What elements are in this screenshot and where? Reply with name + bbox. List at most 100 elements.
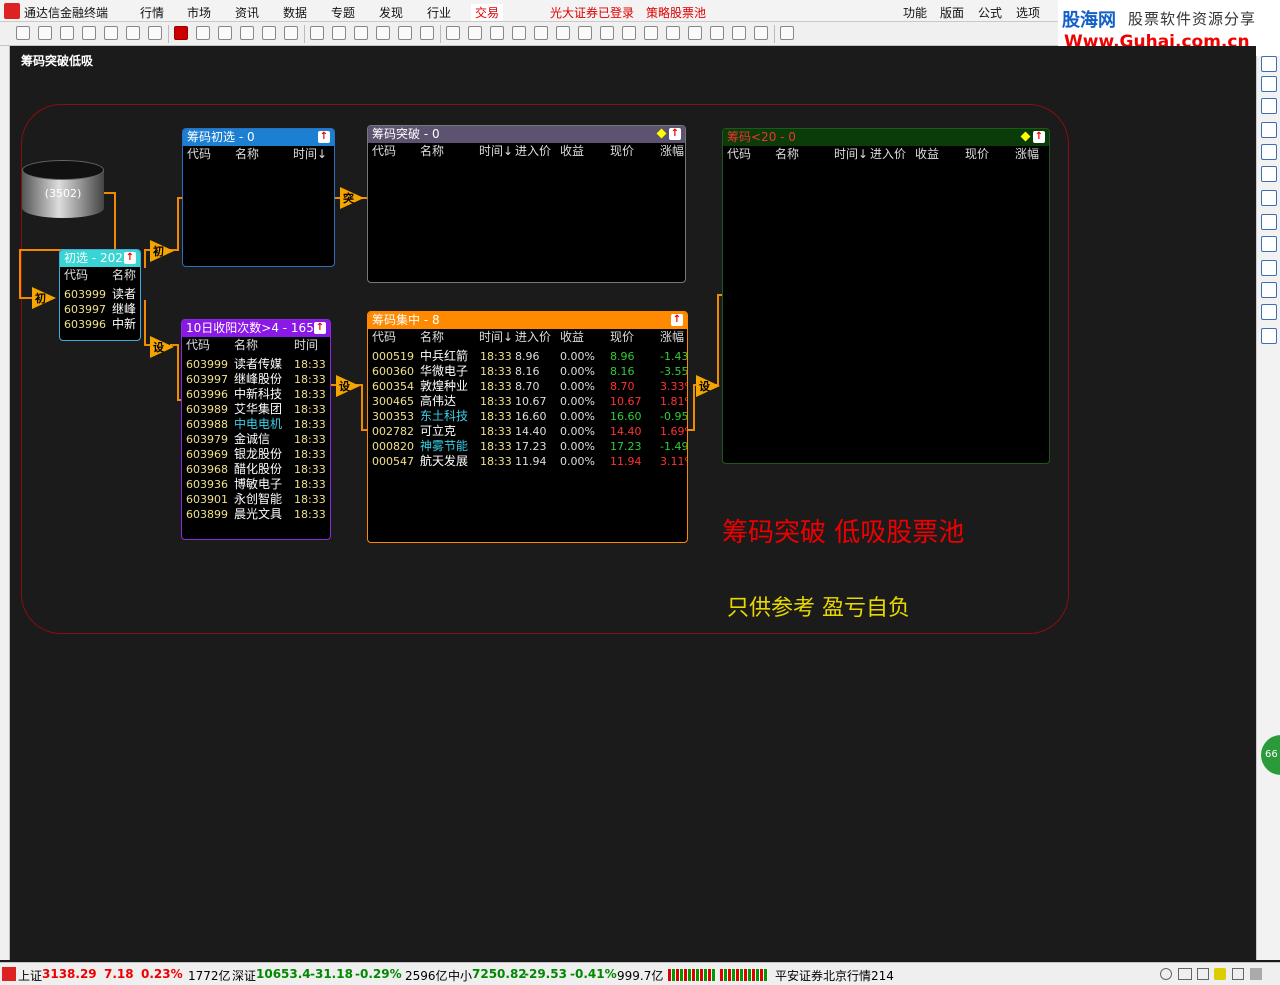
panel-chip-first-title: 筹码初选 - 0 — [187, 130, 255, 144]
cell-code: 603969 — [186, 448, 228, 461]
cell-name: 东土科技 — [420, 409, 469, 423]
cell-profit: 0.00% — [560, 410, 595, 423]
cell-name: 银龙股份 — [234, 447, 283, 461]
diamond-icon[interactable] — [1020, 131, 1031, 142]
export-arrow-icon[interactable]: ↑ — [124, 252, 136, 264]
table-row[interactable]: 300465高伟达18:3310.670.00%10.671.81% — [368, 394, 687, 409]
table-row[interactable]: 603901 永创智能 18:33 — [182, 492, 330, 507]
cell-code: 603989 — [186, 403, 228, 416]
window-icon[interactable] — [1197, 968, 1209, 980]
table-row[interactable]: 603936 博敏电子 18:33 — [182, 477, 330, 492]
cell-price: 14.40 — [610, 425, 642, 438]
connector-set-1[interactable]: 设 — [150, 336, 176, 358]
table-row[interactable]: 603989 艾华集团 18:33 — [182, 402, 330, 417]
cell-profit: 0.00% — [560, 365, 595, 378]
panel-breakout[interactable]: 筹码突破 - 0 ↑ 代码 名称 时间↓ 进入价 收益 现价 涨幅 — [367, 125, 686, 283]
table-row[interactable]: 603969 银龙股份 18:33 — [182, 447, 330, 462]
cell-change: -0.95% — [660, 410, 688, 423]
cell-code: 603968 — [186, 463, 228, 476]
cell-profit: 0.00% — [560, 395, 595, 408]
diamond-icon[interactable] — [656, 128, 667, 139]
connector-set-2[interactable]: 设 — [336, 375, 362, 397]
cell-time: 18:33 — [294, 478, 326, 491]
connector-breakout[interactable]: 突 — [340, 187, 366, 209]
cell-time: 18:33 — [480, 455, 512, 468]
panel-concentrate-header[interactable]: 筹码集中 - 8 ↑ — [368, 312, 687, 329]
table-row[interactable]: 300353东土科技18:3316.600.00%16.60-0.95% — [368, 409, 687, 424]
cell-time: 18:33 — [480, 440, 512, 453]
panel-concentrate[interactable]: 筹码集中 - 8 ↑ 代码 名称 时间↓ 进入价 收益 现价 涨幅 000519… — [367, 311, 688, 543]
zx-label[interactable]: 中小 — [448, 967, 472, 984]
sh-label[interactable]: 上证 — [18, 967, 42, 984]
table-row[interactable]: 603988 中电电机 18:33 — [182, 417, 330, 432]
connector-initial-2[interactable]: 初 — [150, 240, 176, 262]
table-row[interactable]: 600360华微电子18:338.160.00%8.16-3.55% — [368, 364, 687, 379]
table-row[interactable]: 600354敦煌种业18:338.700.00%8.703.33% — [368, 379, 687, 394]
cell-time: 18:33 — [294, 358, 326, 371]
table-row[interactable]: 000547航天发展18:3311.940.00%11.943.11% — [368, 454, 687, 469]
cell-time: 18:33 — [294, 463, 326, 476]
yang-rows: 603999 读者传媒 18:33 603997 继峰股份 18:33 603996 中新科技… — [182, 357, 330, 522]
panel-initial-title: 初选 - 2022 — [64, 251, 131, 265]
signal-icon[interactable] — [1232, 968, 1244, 980]
cell-profit: 0.00% — [560, 350, 595, 363]
panel-breakout-header[interactable]: 筹码突破 - 0 ↑ — [368, 126, 685, 143]
table-row[interactable]: 000519中兵红箭18:338.960.00%8.96-1.43% — [368, 349, 687, 364]
table-row[interactable]: 002782可立克18:3314.400.00%14.401.69% — [368, 424, 687, 439]
zx-value: 7250.82 — [472, 967, 527, 981]
export-arrow-icon[interactable]: ↑ — [314, 322, 326, 334]
cell-name: 敦煌种业 — [420, 379, 469, 393]
sz-label[interactable]: 深证 — [232, 967, 256, 984]
caption-main: 筹码突破 低吸股票池 — [722, 518, 965, 548]
table-row[interactable]: 603996 中新科技 18:33 — [182, 387, 330, 402]
sh-amount: 1772亿 — [188, 969, 231, 983]
cell-change: -3.55% — [660, 365, 688, 378]
cell-entry: 10.67 — [515, 395, 547, 408]
concentrate-rows: 000519中兵红箭18:338.960.00%8.96-1.43%600360… — [368, 349, 687, 469]
keyboard-icon[interactable] — [1178, 968, 1192, 980]
table-row[interactable]: 603968 醋化股份 18:33 — [182, 462, 330, 477]
export-arrow-icon[interactable]: ↑ — [318, 131, 330, 143]
table-row[interactable]: 603979 金诚信 18:33 — [182, 432, 330, 447]
table-row[interactable]: 000820神雾节能18:3317.230.00%17.23-1.49% — [368, 439, 687, 454]
cell-change: 3.33% — [660, 380, 687, 393]
panel-yang-count[interactable]: 10日收阳次数>4 - 1651 ↑ 代码 名称 时间 603999 读者传媒 18… — [181, 319, 331, 540]
export-arrow-icon[interactable]: ↑ — [669, 128, 681, 140]
table-row[interactable]: 603997 继峰 — [60, 302, 140, 317]
chart-icon[interactable] — [1250, 968, 1262, 980]
server-status[interactable]: 平安证券北京行情214 — [775, 967, 894, 984]
cell-code: 002782 — [372, 425, 414, 438]
cell-name: 神雾节能 — [420, 439, 469, 453]
cell-time: 18:33 — [480, 350, 512, 363]
panel-chip-first[interactable]: 筹码初选 - 0 ↑ 代码 名称 时间↓ — [182, 128, 335, 267]
refresh-icon[interactable] — [1160, 968, 1172, 980]
table-row[interactable]: 603996 中新 — [60, 317, 140, 332]
export-arrow-icon[interactable]: ↑ — [1033, 131, 1045, 143]
panel-initial[interactable]: 初选 - 2022 ↑ 代码 名称 603999 读者 603997 继峰 6039… — [59, 249, 141, 341]
cell-change: 3.11% — [660, 455, 687, 468]
connector-initial[interactable]: 初 — [32, 287, 58, 309]
panel-yang-count-title: 10日收阳次数>4 - 1651 — [186, 321, 322, 335]
market-logo-icon — [2, 967, 16, 981]
panel-yang-count-header[interactable]: 10日收阳次数>4 - 1651 ↑ — [182, 320, 330, 337]
export-arrow-icon[interactable]: ↑ — [671, 314, 683, 326]
table-row[interactable]: 603999 读者传媒 18:33 — [182, 357, 330, 372]
panel-initial-header[interactable]: 初选 - 2022 ↑ — [60, 250, 140, 267]
cell-code: 000820 — [372, 440, 414, 453]
table-row[interactable]: 603997 继峰股份 18:33 — [182, 372, 330, 387]
connector-set-3[interactable]: 设 — [696, 375, 722, 397]
panel-chip20[interactable]: 筹码<20 - 0 ↑ 代码 名称 时间↓ 进入价 收益 现价 涨幅 — [722, 128, 1050, 464]
cell-name: 艾华集团 — [234, 402, 283, 416]
cell-entry: 16.60 — [515, 410, 547, 423]
cell-entry: 17.23 — [515, 440, 547, 453]
panel-chip20-header[interactable]: 筹码<20 - 0 ↑ — [723, 129, 1049, 146]
panel-chip-first-header[interactable]: 筹码初选 - 0 ↑ — [183, 129, 334, 146]
cell-price: 16.60 — [610, 410, 642, 423]
sz-change: -31.18 — [310, 967, 353, 981]
table-row[interactable]: 603899 晨光文具 18:33 — [182, 507, 330, 522]
cell-name: 醋化股份 — [234, 462, 283, 476]
cell-profit: 0.00% — [560, 440, 595, 453]
lock-icon[interactable] — [1214, 968, 1226, 980]
cell-price: 8.16 — [610, 365, 635, 378]
table-row[interactable]: 603999 读者 — [60, 287, 140, 302]
